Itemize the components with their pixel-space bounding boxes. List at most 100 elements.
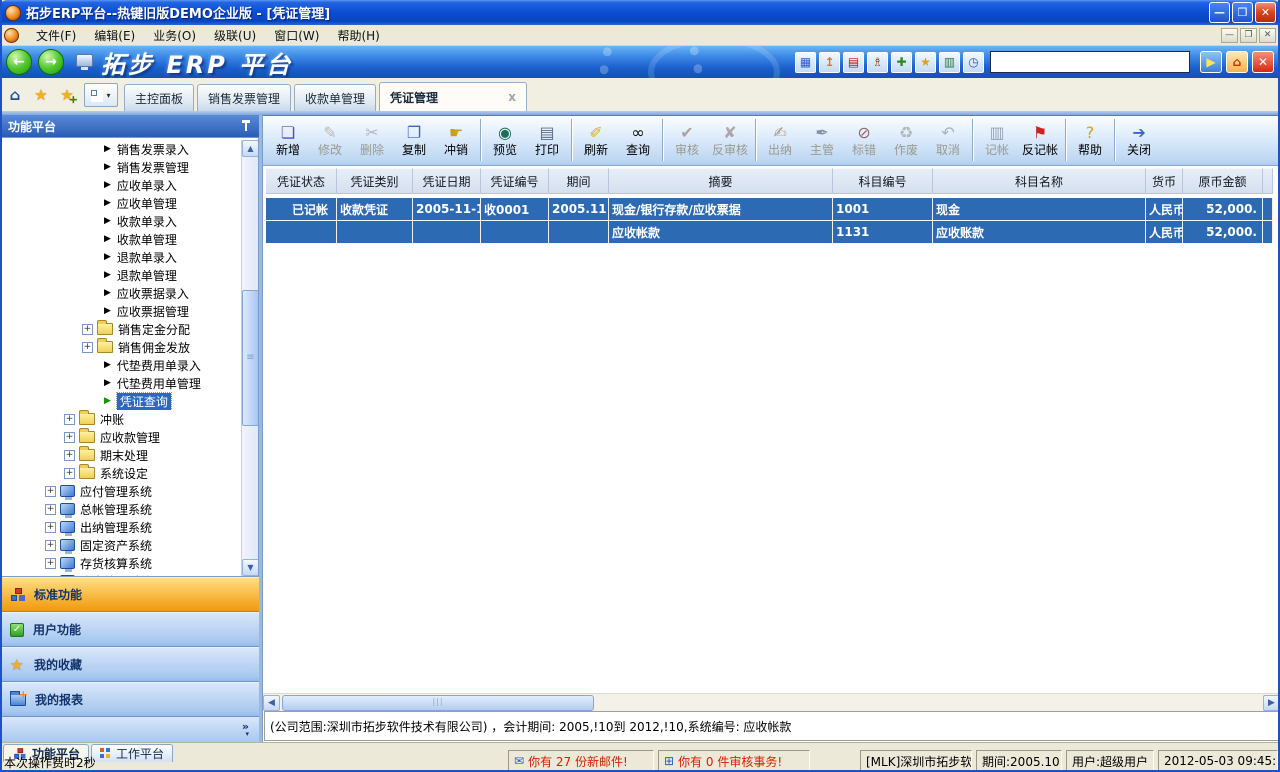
tab-销售发票管理[interactable]: 销售发票管理 — [197, 84, 291, 111]
expand-plus-icon[interactable]: + — [45, 558, 56, 569]
column-header[interactable]: 凭证日期 — [413, 168, 481, 194]
go-button[interactable]: ▶ — [1200, 51, 1222, 73]
expand-plus-icon[interactable]: + — [45, 486, 56, 497]
column-header[interactable]: 科目编号 — [833, 168, 933, 194]
tree-item[interactable]: +期末处理 — [1, 446, 240, 464]
close-button[interactable]: ✕ — [1255, 2, 1276, 23]
scroll-down-icon[interactable]: ▼ — [242, 559, 259, 576]
tree-item-label[interactable]: 收款单管理 — [117, 231, 177, 248]
toolbar-button-查询[interactable]: ∞查询 — [617, 119, 659, 161]
tree-item-label[interactable]: 应收款管理 — [100, 429, 160, 446]
exit-button[interactable]: ✕ — [1252, 51, 1274, 73]
scroll-left-icon[interactable]: ◀ — [263, 695, 280, 711]
tree-item[interactable]: + 存货核算系统 — [1, 554, 240, 572]
forward-button[interactable]: → — [38, 49, 64, 75]
scroll-right-icon[interactable]: ▶ — [1263, 695, 1280, 711]
toolbar-button-帮助[interactable]: ?帮助 — [1069, 119, 1111, 161]
toolbar-button-新增[interactable]: ❏新增 — [267, 119, 309, 161]
expand-plus-icon[interactable]: + — [64, 468, 75, 479]
tree-item[interactable]: ▶销售发票管理 — [1, 158, 240, 176]
tab-layout-button[interactable]: ▾ — [84, 83, 118, 107]
contact-card-icon[interactable]: ▥ — [939, 52, 960, 73]
tree-item-label[interactable]: 应收票据录入 — [117, 285, 189, 302]
home-button[interactable]: ⌂ — [1226, 51, 1248, 73]
mail-status[interactable]: ✉你有 27 份新邮件! — [508, 750, 654, 772]
horizontal-scrollbar[interactable]: ◀ ▶ — [263, 693, 1280, 711]
expand-plus-icon[interactable]: + — [45, 540, 56, 551]
accordion-我的报表[interactable]: 我的报表 — [0, 682, 259, 717]
minimize-button[interactable]: — — [1209, 2, 1230, 23]
tree-item-label[interactable]: 应收票据管理 — [117, 303, 189, 320]
expand-plus-icon[interactable]: + — [45, 522, 56, 533]
tab-close-icon[interactable]: x — [508, 90, 516, 104]
mdi-restore-button[interactable]: ❐ — [1240, 28, 1257, 43]
column-header[interactable]: 期间 — [549, 168, 609, 194]
column-header[interactable]: 凭证类别 — [337, 168, 413, 194]
tree-item-label[interactable]: 销售发票录入 — [117, 141, 189, 158]
table-row[interactable]: 应收帐款1131应收账款人民币52,000. — [266, 221, 1280, 244]
tree-item-label[interactable]: 应付管理系统 — [80, 483, 152, 500]
menu-item[interactable]: 帮助(H) — [328, 25, 388, 46]
org-chart-icon[interactable]: ♗ — [867, 52, 888, 73]
search-input[interactable] — [990, 51, 1190, 73]
tree-item[interactable]: + 总帐管理系统 — [1, 500, 240, 518]
tree-item[interactable]: ▶退款单录入 — [1, 248, 240, 266]
clock-icon[interactable]: ◷ — [963, 52, 984, 73]
expand-plus-icon[interactable]: + — [45, 504, 56, 515]
tree-item[interactable]: +销售佣金发放 — [1, 338, 240, 356]
menu-item[interactable]: 文件(F) — [27, 25, 85, 46]
back-button[interactable]: ← — [6, 49, 32, 75]
mdi-minimize-button[interactable]: — — [1221, 28, 1238, 43]
hscrollbar-thumb[interactable] — [282, 695, 594, 711]
audit-status[interactable]: ⊞你有 0 件审核事务! — [658, 750, 810, 772]
toolbar-button-预览[interactable]: ◉预览 — [484, 119, 526, 161]
tree-item[interactable]: ▶应收票据管理 — [1, 302, 240, 320]
tree-item-label[interactable]: 收款单录入 — [117, 213, 177, 230]
accordion-标准功能[interactable]: 标准功能 — [0, 577, 259, 612]
tree-item[interactable]: +固定资产系统 — [1, 536, 240, 554]
tree-item[interactable]: ▶代垫费用单管理 — [1, 374, 240, 392]
folder-up-icon[interactable]: ↥ — [819, 52, 840, 73]
tree-item-label[interactable]: 出纳管理系统 — [80, 519, 152, 536]
chevron-down-icon[interactable]: ▾ — [245, 731, 249, 738]
tree-item[interactable]: ▶收款单管理 — [1, 230, 240, 248]
folder-add-icon[interactable]: ✚ — [891, 52, 912, 73]
tree-item[interactable]: ▶凭证查询 — [1, 392, 240, 410]
tree-item-label[interactable]: 系统设定 — [100, 465, 148, 482]
column-header[interactable]: 货币 — [1146, 168, 1183, 194]
scrollbar-thumb[interactable] — [242, 290, 259, 426]
tree-item-label[interactable]: 代垫费用单管理 — [117, 375, 201, 392]
expand-plus-icon[interactable]: + — [45, 576, 56, 577]
column-header[interactable]: 摘要 — [609, 168, 833, 194]
toolbar-button-打印[interactable]: ▤打印 — [526, 119, 568, 161]
tree-item[interactable]: ▶应收单管理 — [1, 194, 240, 212]
tree-scrollbar[interactable]: ▲ ▼ — [241, 140, 258, 576]
dashboard-icon[interactable]: ▦ — [795, 52, 816, 73]
column-header[interactable] — [1263, 168, 1273, 194]
tree-item[interactable]: ▶销售发票录入 — [1, 140, 240, 158]
tree-item-label[interactable]: 退款单管理 — [117, 267, 177, 284]
toolbar-button-复制[interactable]: ❐复制 — [393, 119, 435, 161]
tree-item[interactable]: ▶退款单管理 — [1, 266, 240, 284]
tree-item[interactable]: + 系统设定 — [1, 464, 240, 482]
restore-button[interactable]: ❐ — [1232, 2, 1253, 23]
favorites-star-icon[interactable]: ★ — [29, 82, 53, 108]
expand-plus-icon[interactable]: + — [64, 450, 75, 461]
tree-item-label[interactable]: 应收单管理 — [117, 195, 177, 212]
star-badge-icon[interactable]: ★ — [915, 52, 936, 73]
pin-icon[interactable] — [241, 120, 251, 132]
tree-item-label[interactable]: 存货核算系统 — [80, 555, 152, 572]
menu-item[interactable]: 编辑(E) — [85, 25, 144, 46]
table-row[interactable]: 已记帐收款凭证2005-11-18收00012005.11现金/银行存款/应收票… — [266, 198, 1280, 221]
tab-主控面板[interactable]: 主控面板 — [124, 84, 194, 111]
tree-item-label[interactable]: 总帐管理系统 — [80, 501, 152, 518]
toolbar-button-关闭[interactable]: ➔关闭 — [1118, 119, 1160, 161]
scroll-up-icon[interactable]: ▲ — [242, 140, 259, 157]
tree-item[interactable]: +销售定金分配 — [1, 320, 240, 338]
expand-plus-icon[interactable]: + — [64, 432, 75, 443]
tree-item[interactable]: + 应收款管理 — [1, 428, 240, 446]
add-favorite-icon[interactable]: ★ — [55, 82, 79, 108]
notebook-icon[interactable]: ▤ — [843, 52, 864, 73]
menu-item[interactable]: 业务(O) — [144, 25, 205, 46]
toolbar-button-刷新[interactable]: ✐刷新 — [575, 119, 617, 161]
